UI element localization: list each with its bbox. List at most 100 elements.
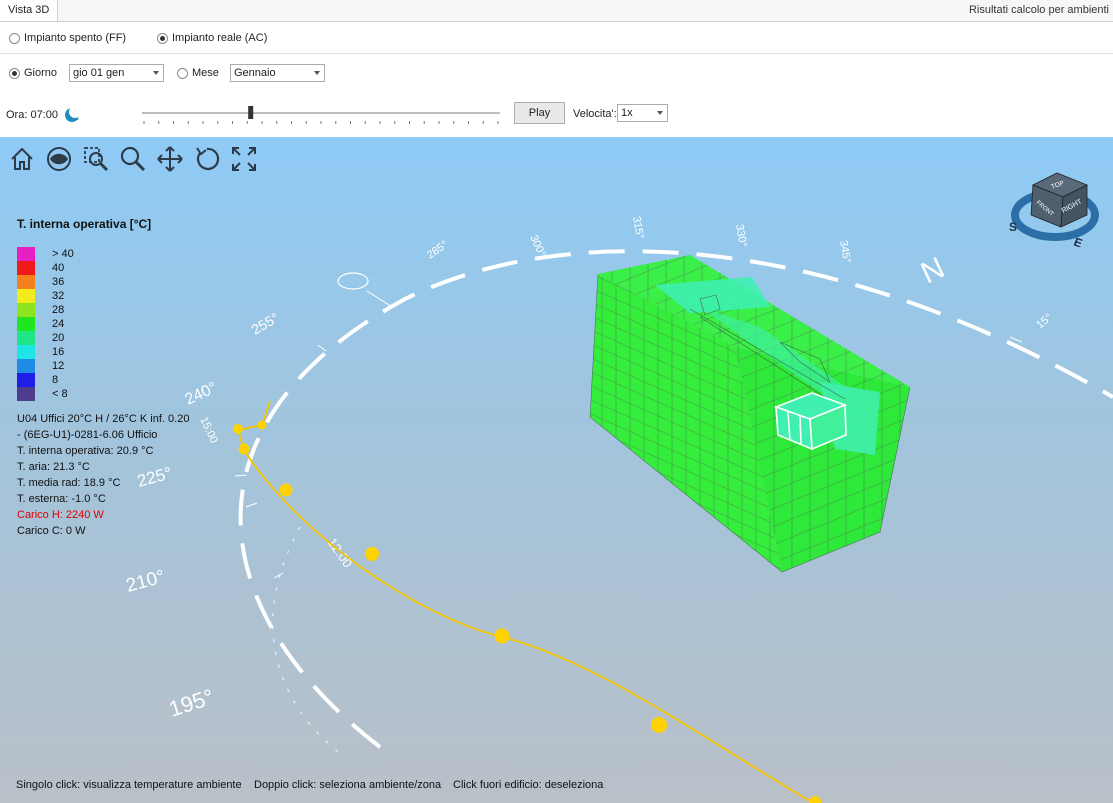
sun-point (365, 547, 379, 561)
sun-point (809, 796, 821, 803)
compass-label-315: 315° (630, 215, 646, 240)
info-t-esterna: T. esterna: -1.0 °C (17, 493, 106, 505)
radio-dot (177, 67, 188, 79)
tab-vista-3d[interactable]: Vista 3D (0, 0, 59, 21)
legend-label: 16 (52, 346, 65, 358)
mese-select[interactable]: Gennaio (230, 64, 325, 82)
sun-point (279, 483, 293, 497)
compass-labels: 255° 240° 225° 210° 195° 285° 300° 315° … (124, 215, 1055, 721)
radio-impianto-spento[interactable]: Impianto spento (FF) (9, 32, 126, 44)
radio-impianto-reale[interactable]: Impianto reale (AC) (157, 32, 267, 44)
sun-point (257, 420, 267, 430)
legend-label: 40 (52, 262, 65, 274)
legend-label: 36 (52, 276, 65, 288)
fit-icon[interactable] (230, 145, 258, 173)
info-carico-h: Carico H: 2240 W (17, 509, 104, 521)
chevron-down-icon (153, 71, 159, 75)
chevron-down-icon (657, 111, 663, 115)
speed-label: Velocita': (573, 108, 617, 120)
hint-single-click: Singolo click: visualizza temperature am… (16, 779, 242, 791)
rotate-icon[interactable] (193, 145, 221, 173)
info-t-interna: T. interna operativa: 20.9 °C (17, 445, 154, 457)
info-t-aria: T. aria: 21.3 °C (17, 461, 90, 473)
legend-title: T. interna operativa [°C] (17, 217, 152, 231)
pan-icon[interactable] (156, 145, 184, 173)
radio-label: Impianto reale (AC) (172, 32, 268, 44)
radio-mese[interactable]: Mese (177, 67, 219, 79)
radio-label: Mese (192, 67, 219, 79)
sun-point (238, 443, 250, 455)
moon-icon (65, 106, 81, 122)
legend-swatch (17, 289, 35, 303)
slider-thumb[interactable] (248, 106, 254, 119)
legend-swatch (17, 275, 35, 289)
compass-label-330: 330° (733, 223, 749, 248)
compass-label-255: 255° (249, 309, 282, 337)
legend-swatch (17, 345, 35, 359)
legend-label: 32 (52, 290, 65, 302)
legend-swatch (17, 317, 35, 331)
compass-label-195: 195° (166, 684, 217, 722)
tab-bar: Vista 3D Risultati calcolo per ambienti (0, 0, 1113, 22)
home-icon[interactable] (8, 145, 36, 173)
view-cube[interactable]: TOP FRONT RIGHT S E (1005, 163, 1113, 247)
compass-north: N (916, 251, 950, 290)
legend-label: 28 (52, 304, 65, 316)
compass-label-15: 15° (1034, 311, 1054, 331)
hint-click-outside: Click fuori edificio: deseleziona (453, 779, 604, 791)
compass-label-300: 300° (527, 233, 547, 259)
time-slider[interactable] (140, 104, 504, 126)
radio-label: Giorno (24, 67, 58, 79)
info-zone: U04 Uffici 20°C H / 26°C K inf. 0.20 (17, 413, 190, 425)
legend-label: 8 (52, 374, 59, 386)
legend-swatch (17, 247, 35, 261)
zoom-window-icon[interactable] (82, 145, 110, 173)
legend-swatch (17, 373, 35, 387)
scene-3d[interactable]: 255° 240° 225° 210° 195° 285° 300° 315° … (0, 137, 1113, 803)
sun-point (494, 628, 510, 644)
compass-s-label: S (1009, 220, 1017, 234)
legend-label: < 8 (52, 388, 68, 400)
eye-icon[interactable] (45, 145, 73, 173)
legend-label: 24 (52, 318, 65, 330)
hint-double-click: Doppio click: seleziona ambiente/zona (254, 779, 442, 791)
legend-swatch (17, 261, 35, 275)
chevron-down-icon (314, 71, 320, 75)
time-label: Ora: 07:00 (6, 109, 58, 121)
tab-risultati[interactable]: Risultati calcolo per ambienti (969, 0, 1109, 21)
radio-giorno[interactable]: Giorno (9, 67, 57, 79)
compass-label-345: 345° (837, 239, 853, 264)
time-label-12: 12:00 (325, 535, 356, 570)
info-carico-c: Carico C: 0 W (17, 525, 86, 537)
legend-label: 12 (52, 360, 65, 372)
legend-label: > 40 (52, 248, 74, 260)
giorno-select-value: gio 01 gen (73, 67, 125, 79)
compass-label-210: 210° (124, 566, 167, 596)
compass-label-225: 225° (135, 463, 174, 490)
impianto-row: Impianto spento (FF) Impianto reale (AC) (0, 22, 1113, 54)
slider-ticks (143, 121, 499, 124)
info-room: - (6EG-U1)-0281-6.06 Ufficio (17, 429, 158, 441)
viewport-3d[interactable]: 255° 240° 225° 210° 195° 285° 300° 315° … (0, 137, 1113, 803)
legend-swatch (17, 331, 35, 345)
radio-dot-selected (9, 67, 20, 79)
compass-label-285: 285° (425, 239, 451, 262)
legend-swatch (17, 359, 35, 373)
play-button[interactable]: Play (514, 102, 565, 124)
compass-label-240: 240° (183, 379, 220, 408)
legend-label: 20 (52, 332, 65, 344)
building-3d[interactable] (589, 255, 911, 573)
info-t-media: T. media rad: 18.9 °C (17, 477, 121, 489)
radio-dot-selected (157, 32, 168, 44)
mese-select-value: Gennaio (234, 67, 276, 79)
legend-swatch (17, 387, 35, 401)
zoom-icon[interactable] (119, 145, 147, 173)
speed-select[interactable]: 1x (617, 104, 668, 122)
radio-dot (9, 32, 20, 44)
legend-swatch (17, 303, 35, 317)
radio-label: Impianto spento (FF) (24, 32, 127, 44)
sun-point (651, 717, 667, 733)
sun-point (233, 424, 243, 434)
giorno-select[interactable]: gio 01 gen (69, 64, 164, 82)
time-label-15: 15:00 (197, 415, 220, 445)
